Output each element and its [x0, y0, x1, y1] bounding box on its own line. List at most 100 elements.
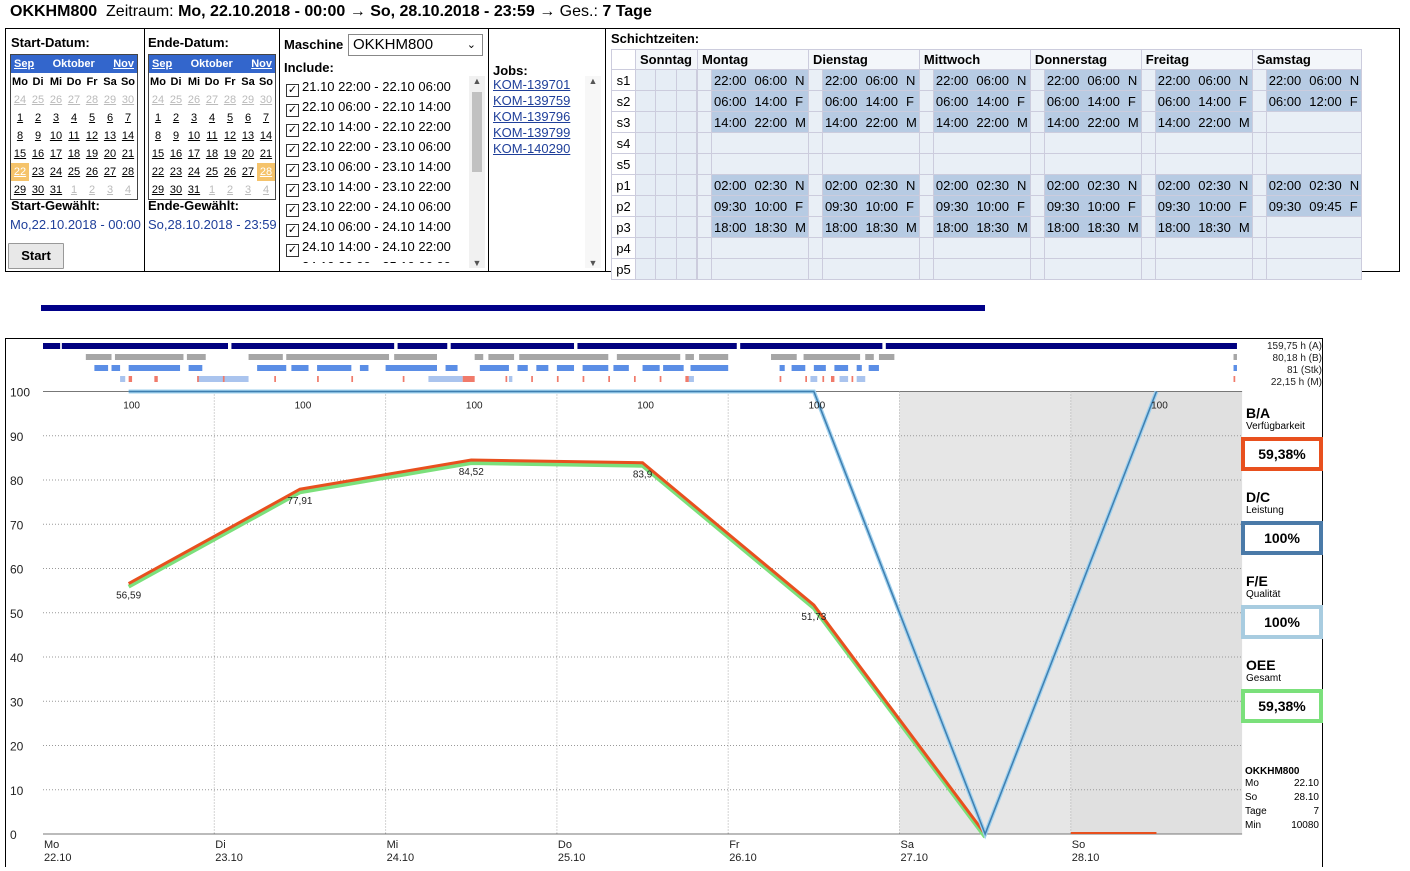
calendar-day[interactable]: 10 — [185, 127, 203, 145]
scroll-down-icon[interactable]: ▼ — [469, 258, 485, 268]
calendar-day[interactable]: 27 — [239, 163, 257, 181]
checkbox-checked-icon[interactable]: ✓ — [286, 104, 299, 117]
calendar-day[interactable]: 31 — [47, 181, 65, 199]
job-link[interactable]: KOM-139759 — [493, 93, 570, 109]
calendar-day[interactable]: 4 — [203, 109, 221, 127]
calendar-day[interactable]: 19 — [221, 145, 239, 163]
job-link[interactable]: KOM-140290 — [493, 141, 570, 157]
calendar-day[interactable]: 1 — [11, 109, 29, 127]
calendar-day[interactable]: 13 — [239, 127, 257, 145]
calendar-day[interactable]: 24 — [11, 91, 29, 109]
calendar-day[interactable]: 1 — [65, 181, 83, 199]
calendar-day[interactable]: 10 — [47, 127, 65, 145]
start-button[interactable]: Start — [8, 243, 64, 269]
calendar-day[interactable]: 4 — [119, 181, 137, 199]
calendar-day[interactable]: 1 — [149, 109, 167, 127]
calendar-day[interactable]: 15 — [11, 145, 29, 163]
next-month-link[interactable]: Nov — [113, 58, 134, 70]
calendar-day[interactable]: 25 — [203, 163, 221, 181]
calendar-day[interactable]: 28 — [119, 163, 137, 181]
calendar-day[interactable]: 27 — [203, 91, 221, 109]
calendar-day[interactable]: 26 — [221, 163, 239, 181]
checkbox-checked-icon[interactable]: ✓ — [286, 84, 299, 97]
scroll-up-icon[interactable]: ▲ — [585, 76, 601, 86]
prev-month-link[interactable]: Sep — [14, 58, 34, 70]
calendar-day[interactable]: 17 — [47, 145, 65, 163]
checkbox-checked-icon[interactable]: ✓ — [286, 184, 299, 197]
calendar-day[interactable]: 5 — [221, 109, 239, 127]
calendar-day[interactable]: 26 — [47, 91, 65, 109]
calendar-day[interactable]: 29 — [11, 181, 29, 199]
calendar-day[interactable]: 30 — [257, 91, 275, 109]
calendar-day[interactable]: 22 — [149, 163, 167, 181]
calendar-day[interactable]: 15 — [149, 145, 167, 163]
calendar-day[interactable]: 29 — [239, 91, 257, 109]
calendar-day[interactable]: 7 — [257, 109, 275, 127]
include-item[interactable]: ✓ 24.10 14:00 - 24.10 22:00 — [284, 237, 462, 257]
include-item[interactable]: ✓ 24.10 06:00 - 24.10 14:00 — [284, 217, 462, 237]
calendar-day[interactable]: 5 — [83, 109, 101, 127]
calendar-day[interactable]: 3 — [101, 181, 119, 199]
calendar-day[interactable]: 6 — [239, 109, 257, 127]
include-item[interactable]: ✓24.10 22:00 - 25.10 06:00 — [284, 257, 462, 263]
calendar-day[interactable]: 16 — [29, 145, 47, 163]
calendar-day[interactable]: 29 — [101, 91, 119, 109]
calendar-day[interactable]: 2 — [83, 181, 101, 199]
calendar-day[interactable]: 24 — [149, 91, 167, 109]
calendar-day[interactable]: 12 — [221, 127, 239, 145]
calendar-day[interactable]: 29 — [149, 181, 167, 199]
calendar-day[interactable]: 27 — [65, 91, 83, 109]
checkbox-checked-icon[interactable]: ✓ — [286, 224, 299, 237]
job-link[interactable]: KOM-139701 — [493, 77, 570, 93]
calendar-day[interactable]: 30 — [167, 181, 185, 199]
calendar-day[interactable]: 9 — [167, 127, 185, 145]
calendar-day[interactable]: 14 — [257, 127, 275, 145]
calendar-day[interactable]: 23 — [167, 163, 185, 181]
calendar-day[interactable]: 31 — [185, 181, 203, 199]
calendar-day[interactable]: 17 — [185, 145, 203, 163]
calendar-day[interactable]: 13 — [101, 127, 119, 145]
checkbox-checked-icon[interactable]: ✓ — [286, 164, 299, 177]
scroll-up-icon[interactable]: ▲ — [469, 76, 485, 86]
calendar-day[interactable]: 18 — [203, 145, 221, 163]
scroll-down-icon[interactable]: ▼ — [585, 258, 601, 268]
checkbox-checked-icon[interactable]: ✓ — [286, 204, 299, 217]
calendar-day[interactable]: 11 — [65, 127, 83, 145]
calendar-day[interactable]: 21 — [257, 145, 275, 163]
checkbox-checked-icon[interactable]: ✓ — [286, 244, 299, 257]
calendar-day[interactable]: 3 — [185, 109, 203, 127]
calendar-day[interactable]: 1 — [203, 181, 221, 199]
calendar-day[interactable]: 28 — [257, 163, 275, 181]
calendar-day[interactable]: 4 — [257, 181, 275, 199]
calendar-day[interactable]: 3 — [239, 181, 257, 199]
calendar-day[interactable]: 6 — [101, 109, 119, 127]
include-item[interactable]: ✓ 23.10 14:00 - 23.10 22:00 — [284, 177, 462, 197]
calendar-day[interactable]: 28 — [83, 91, 101, 109]
calendar-day[interactable]: 4 — [65, 109, 83, 127]
calendar-day[interactable]: 28 — [221, 91, 239, 109]
calendar-day[interactable]: 27 — [101, 163, 119, 181]
calendar-day[interactable]: 9 — [29, 127, 47, 145]
include-item[interactable]: ✓ 22.10 06:00 - 22.10 14:00 — [284, 97, 462, 117]
include-item[interactable]: ✓ 22.10 22:00 - 23.10 06:00 — [284, 137, 462, 157]
include-item[interactable]: ✓ 23.10 06:00 - 23.10 14:00 — [284, 157, 462, 177]
checkbox-checked-icon[interactable]: ✓ — [286, 124, 299, 137]
calendar-day[interactable]: 2 — [167, 109, 185, 127]
calendar-day[interactable]: 25 — [167, 91, 185, 109]
calendar-day[interactable]: 8 — [11, 127, 29, 145]
calendar-day[interactable]: 19 — [83, 145, 101, 163]
calendar-day[interactable]: 22 — [11, 163, 29, 181]
calendar-day[interactable]: 20 — [101, 145, 119, 163]
calendar-day[interactable]: 11 — [203, 127, 221, 145]
calendar-day[interactable]: 25 — [65, 163, 83, 181]
calendar-day[interactable]: 20 — [239, 145, 257, 163]
calendar-day[interactable]: 23 — [29, 163, 47, 181]
machine-select[interactable]: OKKHM800 ⌄ — [348, 34, 483, 56]
calendar-day[interactable]: 21 — [119, 145, 137, 163]
calendar-day[interactable]: 24 — [47, 163, 65, 181]
calendar-day[interactable]: 7 — [119, 109, 137, 127]
calendar-day[interactable]: 24 — [185, 163, 203, 181]
calendar-day[interactable]: 18 — [65, 145, 83, 163]
job-link[interactable]: KOM-139799 — [493, 125, 570, 141]
include-item[interactable]: ✓ 23.10 22:00 - 24.10 06:00 — [284, 197, 462, 217]
